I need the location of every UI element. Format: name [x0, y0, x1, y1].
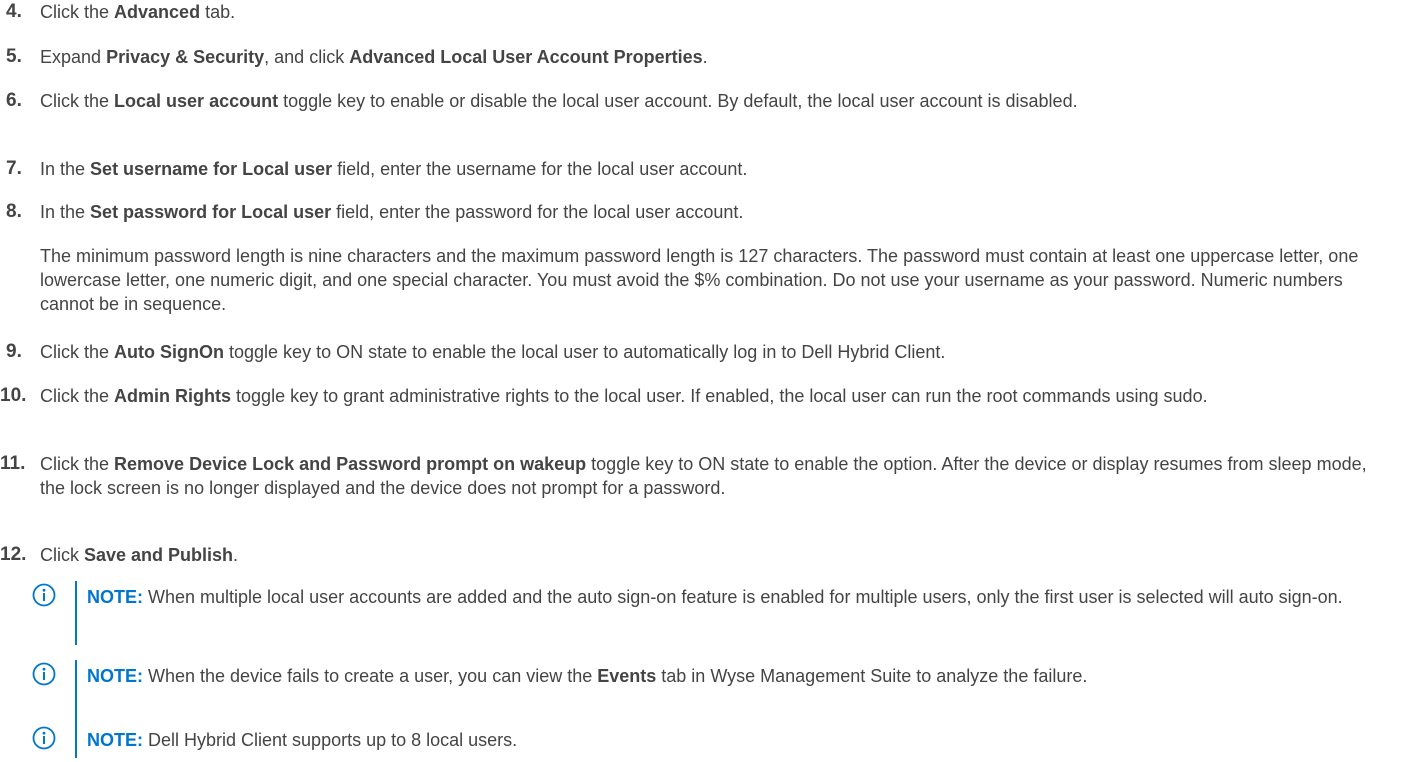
- note-divider: [75, 724, 77, 758]
- text-run: In the: [40, 159, 91, 179]
- text-run: Click the: [40, 2, 115, 22]
- text-run: , and click: [264, 47, 350, 67]
- note-label: NOTE:: [87, 730, 143, 750]
- step-6: 6. Click the Local user account toggle k…: [0, 89, 1400, 137]
- text-run: Click the: [40, 342, 115, 362]
- step-number: 12.: [0, 544, 27, 565]
- note-label: NOTE:: [87, 666, 143, 686]
- step-12: 12. Click Save and Publish.: [0, 543, 1400, 567]
- text-run: Click: [40, 545, 84, 565]
- ui-term: Advanced: [114, 2, 201, 22]
- step-text: In the Set password for Local user field…: [40, 200, 1395, 224]
- step-number: 5.: [6, 46, 22, 67]
- step-number: 6.: [6, 90, 22, 111]
- text-run: toggle key to enable or disable the loca…: [278, 91, 1078, 111]
- text-run: Click the: [40, 91, 115, 111]
- info-circle-icon: [32, 583, 56, 607]
- text-run: When the device fails to create a user, …: [143, 666, 598, 686]
- text-run: field, enter the password for the local …: [331, 202, 744, 222]
- ui-term: Advanced Local User Account Properties: [349, 47, 703, 67]
- step-7: 7. In the Set username for Local user fi…: [0, 157, 1400, 181]
- ui-term: Auto SignOn: [114, 342, 225, 362]
- note-divider: [75, 660, 77, 724]
- step-text: Click Save and Publish.: [40, 543, 1395, 567]
- text-run: tab.: [200, 2, 236, 22]
- note-text: NOTE: When multiple local user accounts …: [87, 581, 1398, 613]
- step-text: Click the Admin Rights toggle key to gra…: [40, 384, 1395, 408]
- text-run: In the: [40, 202, 91, 222]
- ui-term: Local user account: [114, 91, 279, 111]
- step-text: Click the Auto SignOn toggle key to ON s…: [40, 340, 1395, 364]
- text-run: Expand: [40, 47, 107, 67]
- step-number: 4.: [6, 1, 22, 22]
- step-5: 5. Expand Privacy & Security, and click …: [0, 45, 1400, 69]
- step-text: Expand Privacy & Security, and click Adv…: [40, 45, 1395, 69]
- note-label: NOTE:: [87, 587, 143, 607]
- ui-term: Save and Publish: [84, 545, 234, 565]
- step-9: 9. Click the Auto SignOn toggle key to O…: [0, 340, 1400, 364]
- text-run: tab in Wyse Management Suite to analyze …: [656, 666, 1088, 686]
- step-10: 10. Click the Admin Rights toggle key to…: [0, 384, 1400, 432]
- text-run: .: [233, 545, 239, 565]
- text-run: .: [702, 47, 708, 67]
- text-run: field, enter the username for the local …: [332, 159, 748, 179]
- note-callout: NOTE: When multiple local user accounts …: [32, 581, 1400, 645]
- step-11: 11. Click the Remove Device Lock and Pas…: [0, 452, 1400, 524]
- step-number: 8.: [6, 201, 22, 222]
- step-text: Click the Local user account toggle key …: [40, 89, 1395, 113]
- text-run: Dell Hybrid Client supports up to 8 loca…: [143, 730, 518, 750]
- note-text: NOTE: Dell Hybrid Client supports up to …: [87, 724, 1398, 756]
- text-run: Click the: [40, 454, 115, 474]
- step-number: 10.: [0, 385, 27, 406]
- ui-term: Events: [597, 666, 657, 686]
- ui-term: Admin Rights: [114, 386, 232, 406]
- text-run: Click the: [40, 386, 115, 406]
- text-run: toggle key to ON state to enable the loc…: [224, 342, 946, 362]
- step-8: 8. In the Set password for Local user fi…: [0, 200, 1400, 224]
- step-number: 11.: [0, 453, 26, 474]
- step-number: 7.: [6, 158, 22, 179]
- note-callout: NOTE: When the device fails to create a …: [32, 660, 1400, 724]
- ui-term: Privacy & Security: [106, 47, 265, 67]
- info-circle-icon: [32, 726, 56, 750]
- text-run: When multiple local user accounts are ad…: [143, 587, 1343, 607]
- note-callout: NOTE: Dell Hybrid Client supports up to …: [32, 724, 1400, 758]
- ui-term: Remove Device Lock and Password prompt o…: [114, 454, 587, 474]
- step-text: Click the Advanced tab.: [40, 0, 1395, 24]
- step-number: 9.: [6, 341, 22, 362]
- note-divider: [75, 581, 77, 645]
- step-4: 4. Click the Advanced tab.: [0, 0, 1400, 24]
- text-run: toggle key to grant administrative right…: [231, 386, 1208, 406]
- step-text: In the Set username for Local user field…: [40, 157, 1395, 181]
- info-circle-icon: [32, 662, 56, 686]
- ui-term: Set password for Local user: [90, 202, 332, 222]
- password-requirements-paragraph: The minimum password length is nine char…: [40, 246, 1359, 314]
- note-text: NOTE: When the device fails to create a …: [87, 660, 1398, 692]
- ui-term: Set username for Local user: [90, 159, 333, 179]
- step-text: Click the Remove Device Lock and Passwor…: [40, 452, 1395, 500]
